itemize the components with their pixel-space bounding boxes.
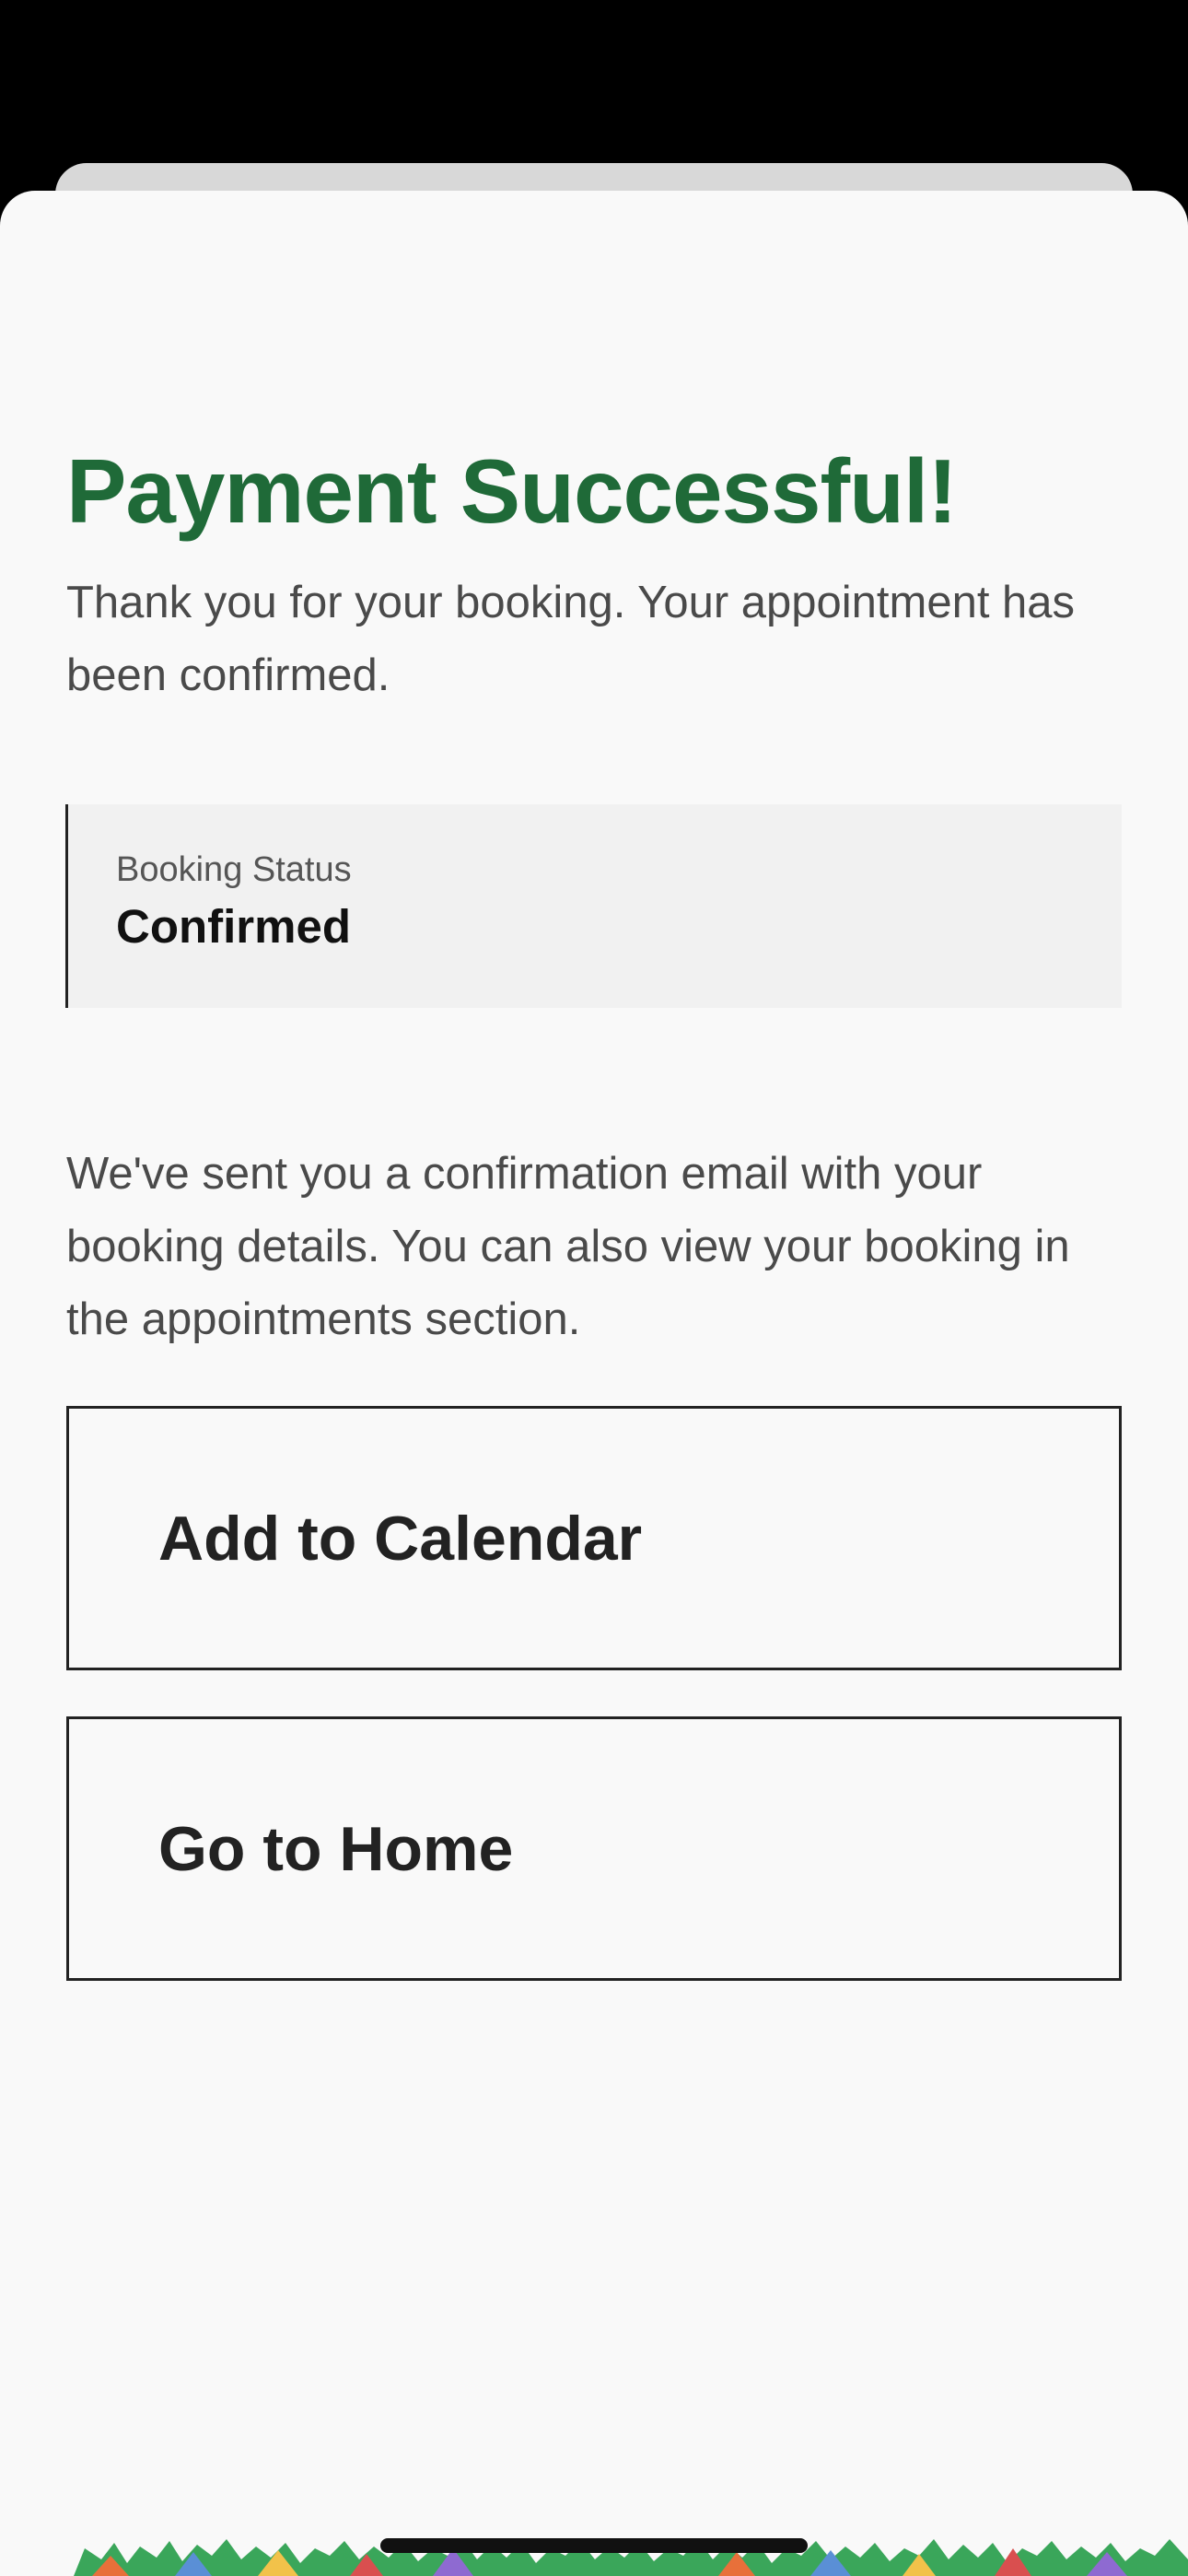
booking-status-label: Booking Status — [116, 850, 352, 889]
email-info-message: We've sent you a confirmation email with… — [66, 1149, 1070, 1344]
booking-status-value: Confirmed — [116, 900, 351, 953]
payment-success-sheet: Payment Successful! Thank you for your b… — [0, 191, 1188, 2576]
booking-status-card: Booking Status Confirmed — [65, 804, 1122, 1008]
page-title: Payment Successful! — [66, 440, 958, 542]
add-to-calendar-label: Add to Calendar — [158, 1503, 643, 1574]
go-to-home-label: Go to Home — [158, 1813, 514, 1884]
go-to-home-button[interactable]: Go to Home — [66, 1716, 1122, 1981]
confirmation-message: Thank you for your booking. Your appoint… — [66, 578, 1076, 700]
home-indicator[interactable] — [380, 2538, 808, 2553]
add-to-calendar-button[interactable]: Add to Calendar — [66, 1406, 1122, 1670]
